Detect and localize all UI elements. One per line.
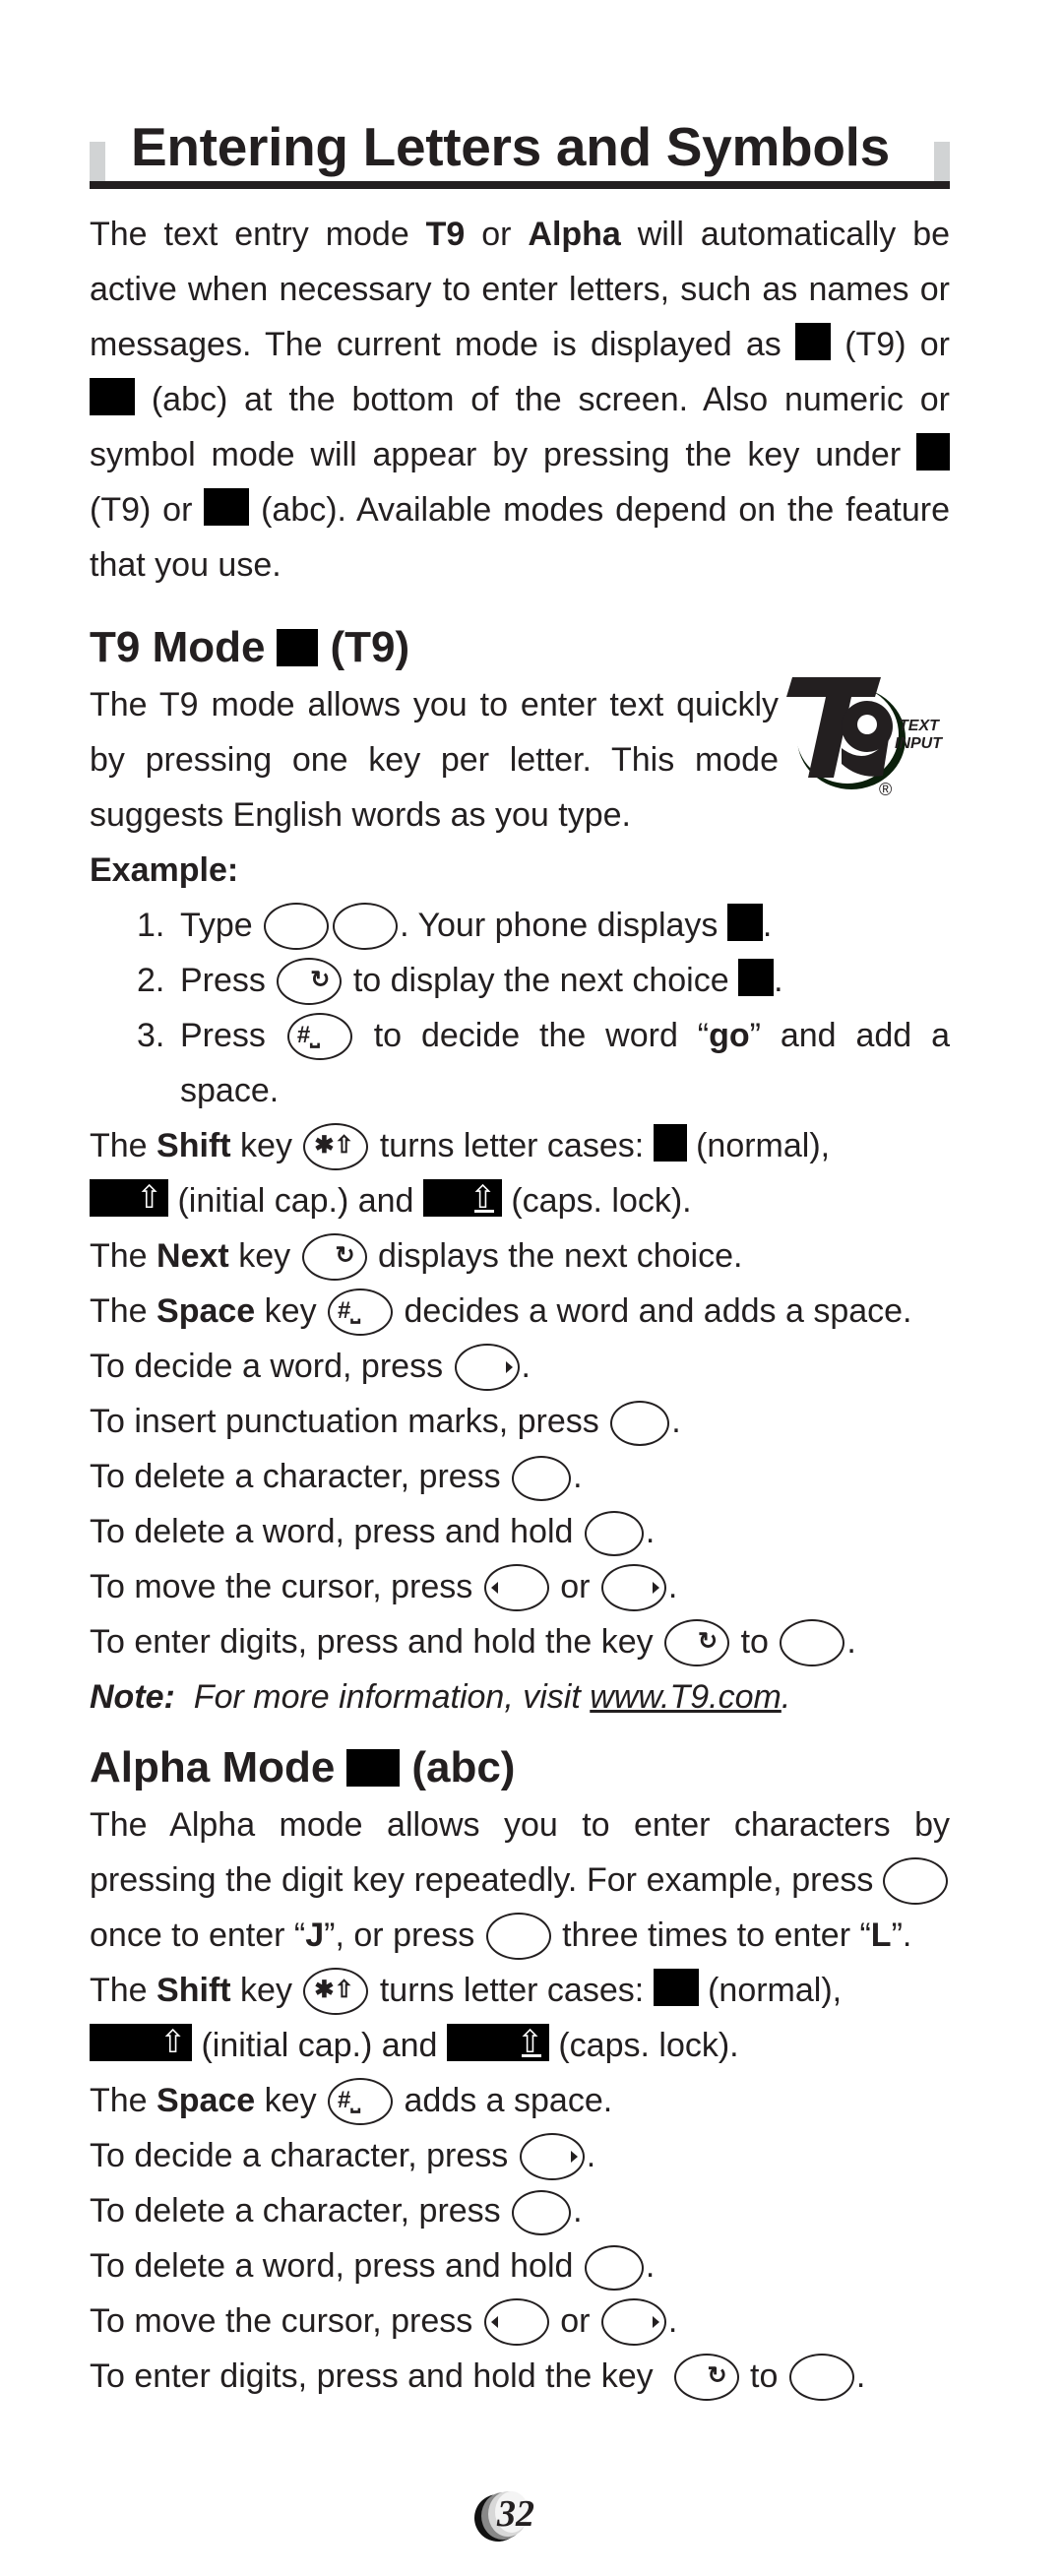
title-underline	[90, 181, 950, 189]
t9-description-block: The T9 mode allows you to enter text qui…	[90, 677, 950, 843]
space-key-icon: #⎵	[328, 2078, 394, 2125]
alpha-shift-line: The Shift key ✱⇧ turns letter cases: (no…	[90, 1963, 950, 2018]
normal-case-indicator	[653, 1124, 687, 1162]
abc-mode-indicator	[90, 378, 135, 415]
t9-del-char-line: To delete a character, press .	[90, 1449, 950, 1504]
t9-del-word-line: To delete a word, press and hold .	[90, 1504, 950, 1559]
caps-lock-indicator: ⇧	[446, 2024, 549, 2061]
example-step: 1. Type . Your phone displays .	[137, 898, 950, 953]
t9-note: Note: For more information, visit www.T9…	[90, 1678, 791, 1716]
digit-key-icon	[780, 1619, 845, 1666]
t9-heading-suffix: (T9)	[330, 623, 410, 671]
next-key-icon: ↻	[301, 1233, 367, 1281]
title-left-bar	[90, 142, 105, 181]
right-key-icon	[600, 2298, 666, 2346]
alpha-del-char-line: To delete a character, press .	[90, 2183, 950, 2238]
page-number: 32	[497, 2493, 534, 2535]
alpha-shift-line-2: ⇧ (initial cap.) and ⇧ (caps. lock).	[90, 2018, 950, 2073]
digit-key-icon	[883, 1857, 948, 1905]
shift-key-icon: ✱⇧	[303, 1968, 369, 2015]
t9-shift-line: The Shift key ✱⇧ turns letter cases: (no…	[90, 1118, 950, 1173]
alpha-mode-heading: Alpha Mode (abc)	[90, 1738, 950, 1797]
page-title-bar: Entering Letters and Symbols	[90, 110, 950, 189]
t9-description: The T9 mode allows you to enter text qui…	[90, 686, 779, 834]
clear-key-icon	[512, 1456, 572, 1501]
title-right-bar	[934, 142, 950, 181]
example-step: 2. Press ↻ to display the next choice .	[137, 953, 950, 1008]
abc-mode-indicator	[346, 1749, 401, 1787]
intro-paragraph: The text entry mode T9 or Alpha will aut…	[90, 216, 951, 584]
display-indicator	[738, 959, 775, 996]
t9-punct-line: To insert punctuation marks, press .	[90, 1394, 950, 1449]
initial-cap-indicator: ⇧	[90, 1179, 168, 1217]
next-key-icon: ↻	[277, 958, 343, 1005]
alpha-decide-line: To decide a character, press .	[90, 2128, 950, 2183]
t9-decide-line: To decide a word, press .	[90, 1339, 950, 1394]
right-key-icon	[600, 1564, 666, 1611]
space-key-icon: #⎵	[328, 1288, 394, 1336]
alpha-space-line: The Space key #⎵ adds a space.	[90, 2073, 950, 2128]
left-key-icon	[483, 1564, 549, 1611]
registered-mark: ®	[879, 780, 892, 799]
normal-case-indicator	[653, 1969, 699, 2006]
space-key-icon: #⎵	[286, 1013, 352, 1060]
t9-mode-indicator	[916, 433, 950, 471]
digit-key-icon	[788, 2354, 854, 2401]
t9-mode-heading: T9 Mode (T9)	[90, 618, 950, 677]
manual-page: Entering Letters and Symbols The text en…	[90, 110, 950, 2404]
t9-website-link[interactable]: www.T9.com	[590, 1678, 782, 1716]
clear-key-icon	[512, 2190, 572, 2235]
right-key-icon	[454, 1344, 520, 1391]
t9-text-input-logo: TEXT INPUT ®	[786, 677, 943, 799]
example-label: Example:	[90, 851, 239, 889]
punctuation-key-icon	[610, 1401, 670, 1446]
clear-key-icon	[584, 1511, 644, 1556]
initial-cap-indicator: ⇧	[90, 2024, 192, 2061]
t9-move-line: To move the cursor, press or .	[90, 1559, 950, 1614]
right-key-icon	[519, 2133, 585, 2180]
digit-key-icon	[333, 903, 399, 950]
clear-key-icon	[584, 2245, 644, 2291]
caps-lock-indicator: ⇧	[422, 1179, 502, 1217]
digit-key-icon	[264, 903, 330, 950]
example-step: 3. Press #⎵ to decide the word “go” and a…	[137, 1008, 950, 1063]
abc-mode-indicator	[204, 488, 250, 526]
logo-text-line-2: INPUT	[895, 735, 943, 752]
t9-shift-line-2: ⇧ (initial cap.) and ⇧ (caps. lock).	[90, 1173, 950, 1228]
logo-text-line-1: TEXT	[899, 718, 940, 734]
display-indicator	[726, 904, 763, 941]
t9-heading-text: T9 Mode	[90, 623, 266, 671]
example-steps: 1. Type . Your phone displays . 2. Press ↻…	[90, 898, 950, 1118]
t9-next-line: The Next key ↻ displays the next choice.	[90, 1228, 950, 1284]
t9-mode-indicator	[277, 629, 319, 666]
alpha-move-line: To move the cursor, press or .	[90, 2293, 950, 2349]
left-key-icon	[483, 2298, 549, 2346]
next-key-icon: ↻	[673, 2354, 739, 2401]
example-step-continuation: space.	[180, 1072, 280, 1109]
alpha-digits-line: To enter digits, press and hold the key …	[90, 2349, 950, 2404]
t9-digits-line: To enter digits, press and hold the key …	[90, 1614, 950, 1669]
t9-mode-indicator	[794, 323, 831, 360]
page-footer: 32	[0, 2471, 1063, 2549]
page-title: Entering Letters and Symbols	[131, 116, 890, 177]
alpha-heading-text: Alpha Mode	[90, 1743, 336, 1791]
alpha-del-word-line: To delete a word, press and hold .	[90, 2238, 950, 2293]
alpha-heading-suffix: (abc)	[411, 1743, 516, 1791]
t9-space-line: The Space key #⎵ decides a word and adds…	[90, 1284, 950, 1339]
alpha-description: The Alpha mode allows you to enter chara…	[90, 1797, 950, 1963]
next-key-icon: ↻	[664, 1619, 730, 1666]
shift-key-icon: ✱⇧	[303, 1123, 369, 1170]
digit-key-icon	[485, 1913, 551, 1960]
